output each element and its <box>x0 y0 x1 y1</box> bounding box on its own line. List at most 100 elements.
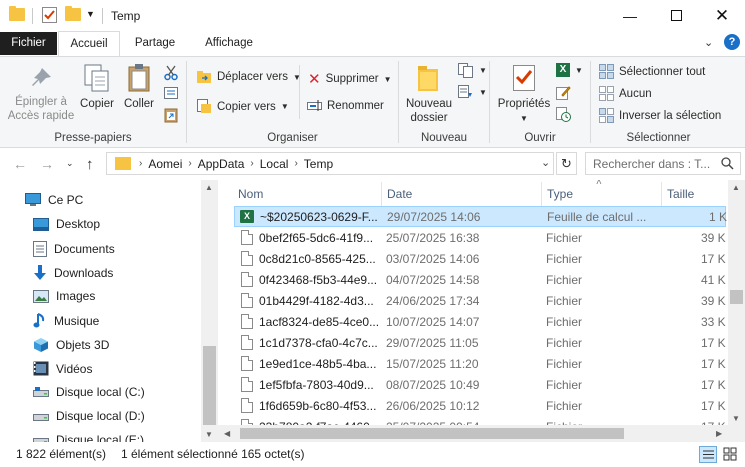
nav-scrollbar-thumb[interactable] <box>203 346 216 425</box>
recent-locations-chevron-icon[interactable]: ⌄ <box>66 158 74 169</box>
file-size: 41 K <box>701 273 726 287</box>
edit-button[interactable] <box>556 85 571 100</box>
status-bar: 1 822 élément(s) 1 élément sélectionné 1… <box>0 442 745 467</box>
copy-icon <box>84 64 109 92</box>
table-row[interactable]: 0c8d21c0-8565-425... 03/07/2025 14:06 Fi… <box>234 249 726 270</box>
tab-accueil[interactable]: Accueil <box>58 31 120 57</box>
copy-button[interactable]: Copier <box>78 63 116 111</box>
copy-to-button[interactable]: Copier vers ▼ <box>197 99 289 114</box>
new-folder-button[interactable]: Nouveau dossier <box>402 63 456 125</box>
nav-item-ce-pc[interactable]: Ce PC <box>25 193 83 207</box>
scroll-up-icon[interactable]: ▲ <box>205 183 213 192</box>
new-folder-quick-icon[interactable] <box>65 6 81 21</box>
file-name: 1acf8324-de85-4ce0... <box>259 315 380 329</box>
group-separator <box>590 61 591 143</box>
properties-button[interactable]: Propriétés ▼ <box>495 63 553 126</box>
table-row[interactable]: X ~$20250623-0629-F... 29/07/2025 14:06 … <box>234 206 727 227</box>
address-dropdown-icon[interactable]: ⌄ <box>541 156 550 169</box>
invert-selection-button[interactable]: Inverser la sélection <box>599 108 721 123</box>
scroll-up-icon[interactable]: ▲ <box>732 183 740 192</box>
address-bar[interactable]: › Aomei › AppData › Local › Temp ⌄ <box>106 152 554 175</box>
file-name: 1e9ed1ce-48b5-4ba... <box>259 357 377 371</box>
table-row[interactable]: 1ef5fbfa-7803-40d9... 08/07/2025 10:49 F… <box>234 375 726 396</box>
close-icon[interactable]: ✕ <box>699 0 745 31</box>
nav-item-objets-3d[interactable]: Objets 3D <box>33 337 109 353</box>
file-size: 17 K <box>701 378 726 392</box>
forward-arrow-icon[interactable]: → <box>40 156 54 172</box>
breadcrumb-item[interactable]: AppData <box>198 157 245 171</box>
breadcrumb-item[interactable]: Aomei <box>148 157 182 171</box>
search-box[interactable] <box>585 152 741 175</box>
easy-access-button[interactable]: ▼ <box>458 85 487 99</box>
horizontal-scrollbar-thumb[interactable] <box>240 428 624 439</box>
select-none-button[interactable]: Aucun <box>599 86 652 101</box>
move-to-button[interactable]: Déplacer vers ▼ <box>197 70 301 84</box>
new-folder-icon <box>418 66 438 91</box>
up-arrow-icon[interactable]: ↑ <box>86 156 94 173</box>
column-header-date[interactable]: Date <box>381 180 541 208</box>
breadcrumb-item[interactable]: Local <box>260 157 289 171</box>
nav-item-images[interactable]: Images <box>33 289 95 303</box>
table-row[interactable]: 1c1d7378-cfa0-4c7c... 29/07/2025 11:05 F… <box>234 333 726 354</box>
breadcrumb-separator-icon[interactable]: › <box>188 158 191 169</box>
rename-icon <box>307 100 322 111</box>
properties-quick-icon[interactable] <box>42 7 57 26</box>
table-row[interactable]: 01b4429f-4182-4d3... 24/06/2025 17:34 Fi… <box>234 291 726 312</box>
table-row[interactable]: 0bef2f65-5dc6-41f9... 25/07/2025 16:38 F… <box>234 228 726 249</box>
file-list-vertical-scrollbar[interactable]: ▲ ▼ <box>728 180 745 425</box>
minimize-icon[interactable]: — <box>607 0 653 31</box>
table-row[interactable]: 0f423468-f5b3-44e9... 04/07/2025 14:58 F… <box>234 270 726 291</box>
column-header-size[interactable]: Taille <box>661 180 731 208</box>
open-button[interactable]: X ▼ <box>556 63 583 77</box>
pin-quick-access-button[interactable]: Épingler à Accès rapide <box>4 65 78 123</box>
file-list-horizontal-scrollbar[interactable]: ◀ ▶ <box>218 425 728 442</box>
tab-affichage[interactable]: Affichage <box>194 31 264 56</box>
scroll-right-icon[interactable]: ▶ <box>716 429 722 438</box>
scroll-down-icon[interactable]: ▼ <box>732 414 740 423</box>
new-item-button[interactable]: ▼ <box>458 63 487 78</box>
history-button[interactable] <box>556 107 571 122</box>
scroll-down-icon[interactable]: ▼ <box>205 430 213 439</box>
customize-toolbar-icon[interactable]: ▼ <box>86 9 95 19</box>
refresh-icon[interactable]: ↻ <box>556 152 577 175</box>
breadcrumb-separator-icon[interactable]: › <box>294 158 297 169</box>
delete-button[interactable]: ✕ Supprimer ▼ <box>308 70 392 88</box>
search-input[interactable] <box>586 153 716 174</box>
table-row[interactable]: 1e9ed1ce-48b5-4ba... 15/07/2025 11:20 Fi… <box>234 354 726 375</box>
paste-button[interactable]: Coller <box>120 63 158 111</box>
select-all-button[interactable]: Sélectionner tout <box>599 64 705 79</box>
breadcrumb-item[interactable]: Temp <box>304 157 333 171</box>
tab-fichier[interactable]: Fichier <box>0 32 57 55</box>
breadcrumb-separator-icon[interactable]: › <box>250 158 253 169</box>
table-row[interactable]: 1acf8324-de85-4ce0... 10/07/2025 14:07 F… <box>234 312 726 333</box>
copy-path-button[interactable] <box>164 87 178 99</box>
help-icon[interactable]: ? <box>724 34 740 50</box>
scroll-left-icon[interactable]: ◀ <box>224 429 230 438</box>
nav-item-downloads[interactable]: Downloads <box>33 265 113 281</box>
nav-item-disque-e[interactable]: Disque local (E:) <box>33 433 144 442</box>
large-icons-view-icon[interactable] <box>722 446 740 463</box>
nav-scrollbar[interactable]: ▲ ▼ <box>201 180 218 442</box>
maximize-icon[interactable] <box>653 0 699 31</box>
back-arrow-icon[interactable]: ← <box>13 156 27 172</box>
details-view-icon[interactable] <box>699 446 717 463</box>
nav-item-disque-d[interactable]: Disque local (D:) <box>33 409 145 423</box>
vertical-scrollbar-thumb[interactable] <box>730 290 743 304</box>
nav-item-musique[interactable]: Musique <box>33 313 99 329</box>
invert-selection-icon <box>599 108 614 123</box>
cut-button[interactable] <box>164 65 178 81</box>
tab-partage[interactable]: Partage <box>126 31 184 56</box>
nav-item-disque-c[interactable]: Disque local (C:) <box>33 385 145 399</box>
nav-item-documents[interactable]: Documents <box>33 241 115 257</box>
nav-item-videos[interactable]: Vidéos <box>33 361 92 376</box>
chevron-down-icon[interactable]: ⌄ <box>704 36 713 49</box>
breadcrumb-separator-icon[interactable]: › <box>139 158 142 169</box>
rename-button[interactable]: Renommer <box>307 99 384 112</box>
file-name: ~$20250623-0629-F... <box>260 210 378 224</box>
table-row[interactable]: 1f6d659b-6c80-4f53... 26/06/2025 10:12 F… <box>234 396 726 417</box>
file-icon <box>241 356 253 371</box>
paste-shortcut-button[interactable] <box>164 107 178 123</box>
chevron-down-icon: ▼ <box>520 114 528 123</box>
column-header-name[interactable]: Nom <box>232 180 382 208</box>
nav-item-desktop[interactable]: Desktop <box>33 217 100 231</box>
